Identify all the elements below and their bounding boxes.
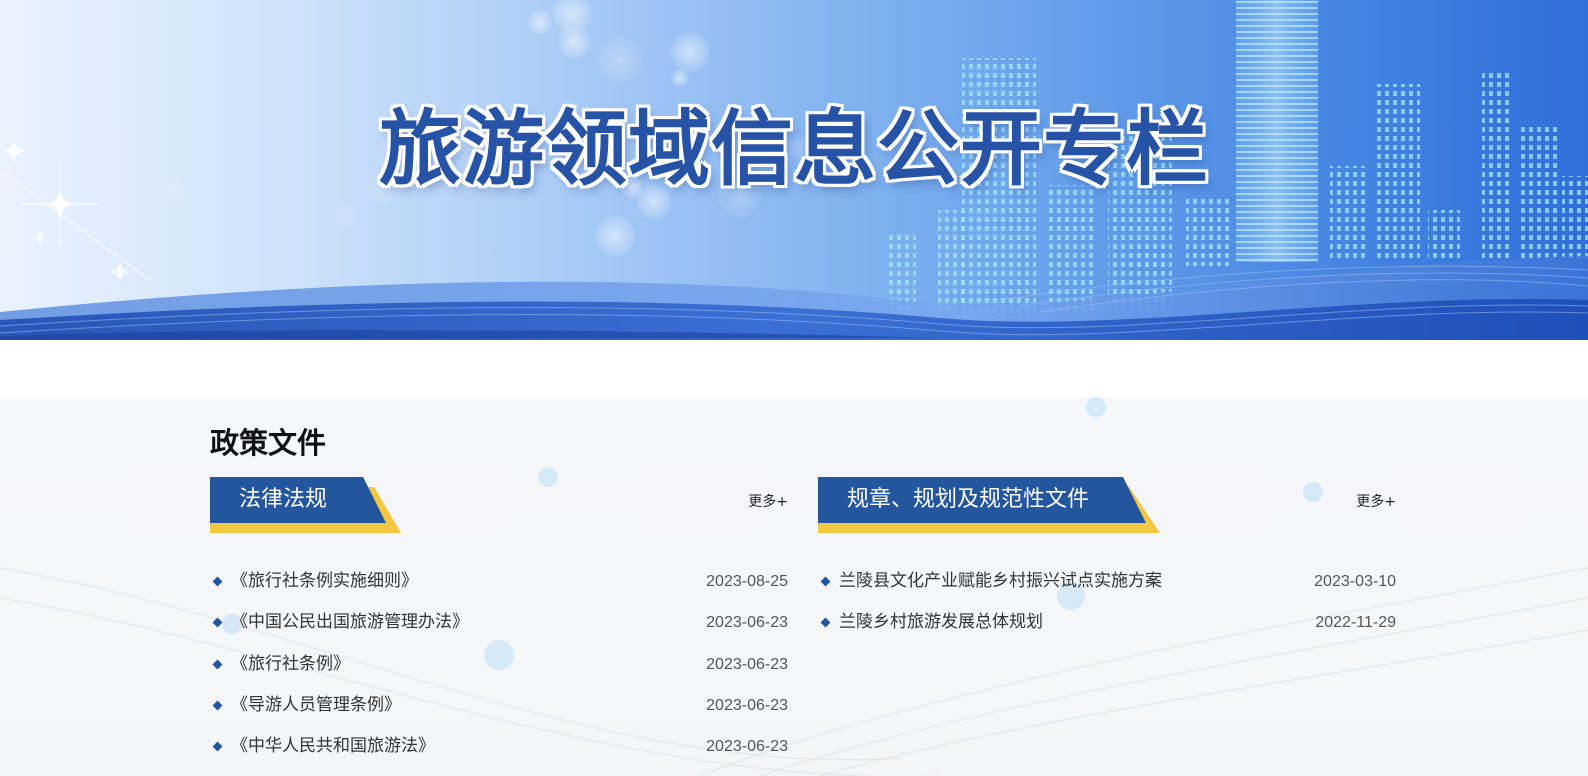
regulations-more-link[interactable]: 更多+ bbox=[1356, 491, 1396, 511]
laws-column: 法律法规 更多+ 《旅行社条例实施细则》 2023-08-25 《中国公民出国旅… bbox=[210, 477, 788, 767]
diamond-bullet-icon bbox=[212, 700, 223, 711]
item-date: 2023-08-25 bbox=[706, 573, 788, 590]
diamond-bullet-icon bbox=[212, 576, 223, 587]
banner: 旅游领域信息公开专栏 bbox=[0, 0, 1588, 340]
diamond-bullet-icon bbox=[820, 617, 831, 628]
item-title[interactable]: 《旅行社条例实施细则》 bbox=[231, 561, 418, 602]
laws-list: 《旅行社条例实施细则》 2023-08-25 《中国公民出国旅游管理办法》 20… bbox=[210, 561, 788, 767]
diamond-bullet-icon bbox=[212, 617, 223, 628]
item-title[interactable]: 《导游人员管理条例》 bbox=[231, 685, 401, 726]
list-item[interactable]: 兰陵县文化产业赋能乡村振兴试点实施方案 2023-03-10 bbox=[818, 561, 1396, 602]
item-title[interactable]: 《中华人民共和国旅游法》 bbox=[231, 726, 435, 767]
laws-tab-header: 法律法规 更多+ bbox=[210, 477, 788, 535]
regulations-tab-label: 规章、规划及规范性文件 bbox=[818, 477, 1146, 523]
section-heading: 政策文件 bbox=[210, 426, 327, 460]
item-title[interactable]: 兰陵县文化产业赋能乡村振兴试点实施方案 bbox=[839, 561, 1162, 602]
list-item[interactable]: 《旅行社条例实施细则》 2023-08-25 bbox=[210, 561, 788, 602]
item-date: 2023-06-23 bbox=[706, 738, 788, 756]
policy-section: 政策文件 法律法规 更多+ 《旅行社条例实施细则》 2023-08-25 《中国… bbox=[0, 398, 1588, 776]
item-title[interactable]: 《中国公民出国旅游管理办法》 bbox=[231, 602, 469, 643]
diamond-bullet-icon bbox=[212, 659, 223, 670]
banner-title: 旅游领域信息公开专栏 bbox=[378, 102, 1209, 197]
diamond-bullet-icon bbox=[820, 576, 831, 587]
regulations-column: 规章、规划及规范性文件 更多+ 兰陵县文化产业赋能乡村振兴试点实施方案 2023… bbox=[818, 477, 1396, 644]
list-item[interactable]: 《中华人民共和国旅游法》 2023-06-23 bbox=[210, 726, 788, 767]
list-item[interactable]: 《旅行社条例》 2023-06-23 bbox=[210, 644, 788, 685]
item-date: 2023-06-23 bbox=[706, 655, 788, 673]
diamond-bullet-icon bbox=[212, 741, 223, 752]
regulations-list: 兰陵县文化产业赋能乡村振兴试点实施方案 2023-03-10 兰陵乡村旅游发展总… bbox=[818, 561, 1396, 644]
item-date: 2023-06-23 bbox=[706, 696, 788, 714]
item-date: 2023-03-10 bbox=[1314, 573, 1396, 590]
list-item[interactable]: 《中国公民出国旅游管理办法》 2023-06-23 bbox=[210, 602, 788, 643]
item-date: 2022-11-29 bbox=[1315, 614, 1396, 632]
item-date: 2023-06-23 bbox=[706, 614, 788, 632]
item-title[interactable]: 《旅行社条例》 bbox=[231, 644, 350, 685]
regulations-tab-header: 规章、规划及规范性文件 更多+ bbox=[818, 477, 1396, 535]
list-item[interactable]: 兰陵乡村旅游发展总体规划 2022-11-29 bbox=[818, 602, 1396, 643]
laws-tab-label: 法律法规 bbox=[210, 477, 386, 523]
list-item[interactable]: 《导游人员管理条例》 2023-06-23 bbox=[210, 685, 788, 726]
laws-more-link[interactable]: 更多+ bbox=[748, 491, 788, 511]
item-title[interactable]: 兰陵乡村旅游发展总体规划 bbox=[839, 602, 1043, 643]
